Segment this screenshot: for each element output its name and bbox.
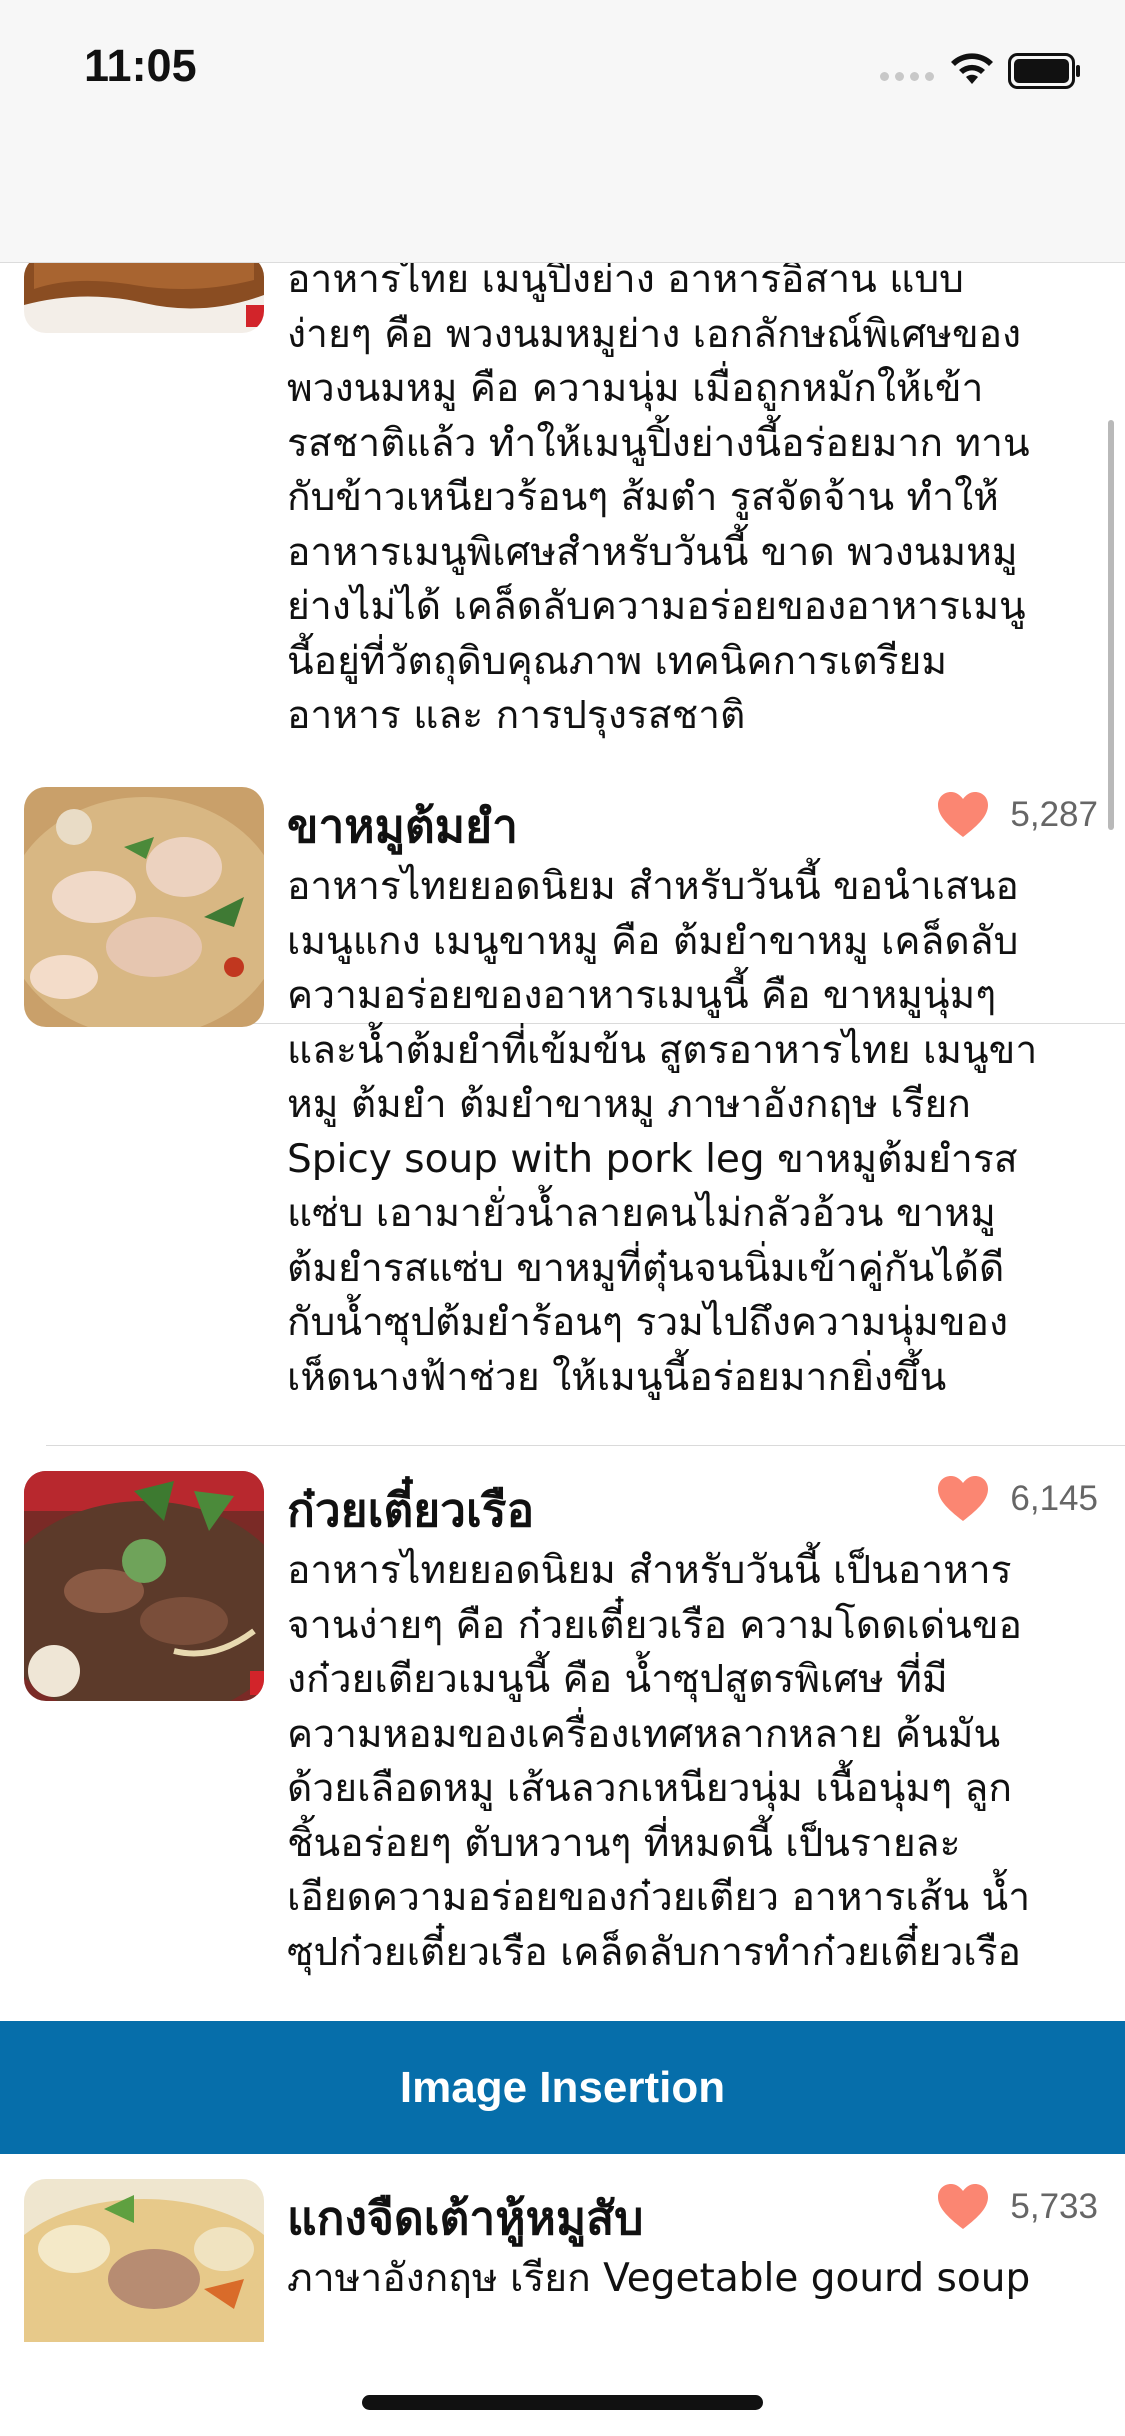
recipe-thumbnail <box>24 262 264 333</box>
status-bar: 11:05 <box>0 0 1125 263</box>
recipe-description: อาหารไทยยอดนิยม สำหรับวันนี้ เป็นอาหาร จ… <box>287 1548 1031 1975</box>
home-indicator[interactable] <box>362 2395 763 2410</box>
recipe-row-tofu-soup[interactable]: แกงจืดเต้าหู้หมูสับ 5,733 ภาษาอังกฤษ เรี… <box>0 2154 1125 2342</box>
like-count: 6,145 <box>1010 1479 1098 1518</box>
status-time: 11:05 <box>84 40 197 91</box>
cellular-signal-icon <box>880 72 934 81</box>
recipe-title: แกงจืดเต้าหู้หมูสับ <box>287 2191 644 2245</box>
image-insertion-banner[interactable]: Image Insertion <box>0 2021 1125 2154</box>
banner-label: Image Insertion <box>399 2062 726 2112</box>
recipe-title: ก๋วยเตี๋ยวเรือ <box>287 1483 535 1537</box>
heart-icon[interactable] <box>936 2183 990 2231</box>
recipe-title: ขาหมูต้มยำ <box>287 799 518 853</box>
recipe-thumbnail <box>24 1471 264 1701</box>
like-count: 5,287 <box>1010 795 1098 834</box>
scroll-indicator[interactable] <box>1108 420 1114 830</box>
wifi-icon <box>951 53 993 84</box>
like-count: 5,733 <box>1010 2187 1098 2226</box>
like-control[interactable]: 5,733 <box>936 2183 1098 2231</box>
recipe-description: อาหารไทยยอดนิยม สำหรับวันนี้ ขอนำเสนอ เม… <box>287 864 1038 1400</box>
recipe-description: ภาษาอังกฤษ เรียก Vegetable gourd soup <box>287 2256 1031 2301</box>
heart-icon[interactable] <box>936 1475 990 1523</box>
recipe-row-pork-leg-tom-yum[interactable]: ขาหมูต้มยำ 5,287 อาหารไทยยอดนิยม สำหรับว… <box>0 762 1125 1446</box>
like-control[interactable]: 6,145 <box>936 1475 1098 1523</box>
recipe-description: อาหารไทย เมนูปิ้งย่าง อาหารอิสาน แบบ ง่า… <box>287 262 1030 738</box>
like-control[interactable]: 5,287 <box>936 791 1098 839</box>
recipe-thumbnail <box>24 787 264 1027</box>
recipe-thumbnail <box>24 2179 264 2342</box>
battery-icon <box>1008 53 1080 89</box>
heart-icon[interactable] <box>936 791 990 839</box>
recipe-row-boat-noodles[interactable]: ก๋วยเตี๋ยวเรือ 6,145 อาหารไทยยอดนิยม สำห… <box>0 1446 1125 2026</box>
